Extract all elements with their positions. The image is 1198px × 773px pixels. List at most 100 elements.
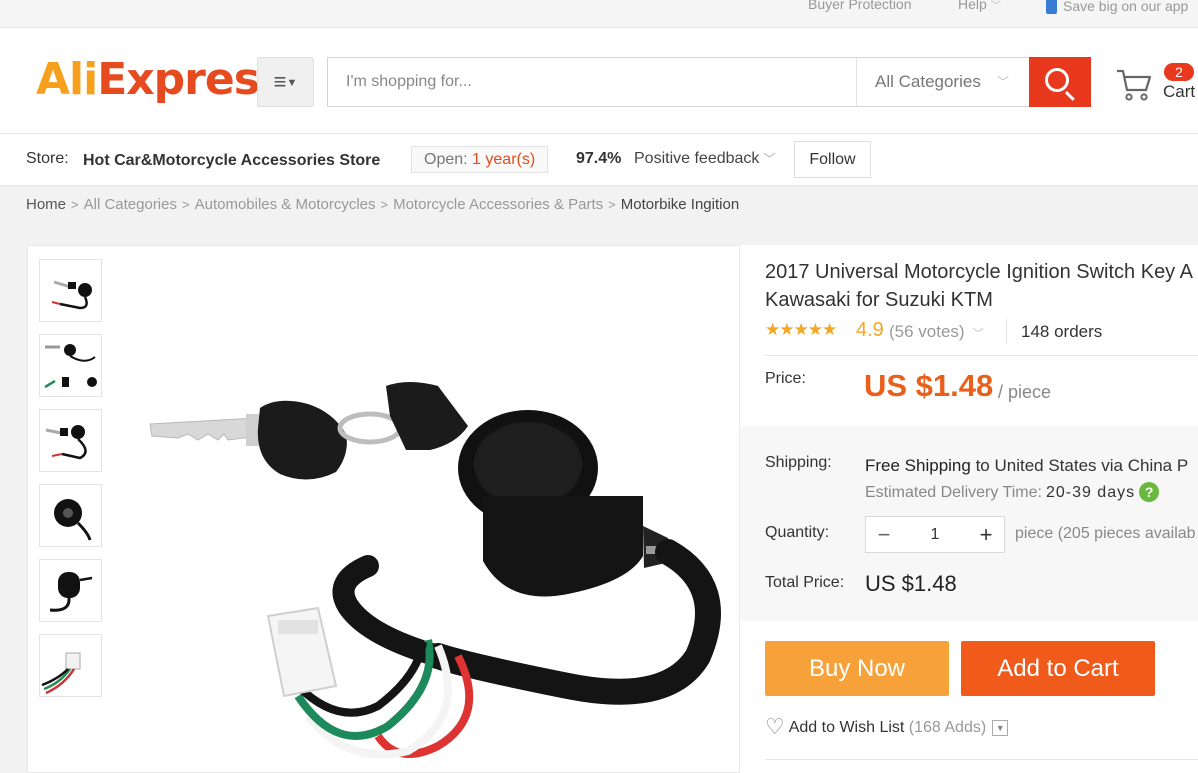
votes-dropdown[interactable]: (56 votes) ﹀ xyxy=(889,322,984,342)
total-price: US $1.48 xyxy=(865,571,957,596)
thumbnail-2[interactable] xyxy=(39,334,102,397)
feedback-percent: 97.4% xyxy=(576,150,622,167)
ignition-switch-thumb-image xyxy=(41,652,81,695)
shipping-method-selector[interactable]: Free Shipping to United States via China… xyxy=(865,456,1188,476)
cart-label: Cart xyxy=(1163,82,1196,101)
open-label: Open: xyxy=(424,151,468,168)
chevron-down-icon: ﹀ xyxy=(763,152,776,166)
product-info-panel: 2017 Universal Motorcycle Ignition Switc… xyxy=(739,245,1198,773)
breadcrumb-motorcycle-parts[interactable]: Motorcycle Accessories & Parts xyxy=(393,196,603,213)
help-icon[interactable]: ? xyxy=(1139,482,1160,502)
price-label: Price: xyxy=(765,370,806,387)
follow-button[interactable]: Follow xyxy=(794,141,871,178)
price-unit: / piece xyxy=(998,382,1052,402)
product-price: US $1.48 xyxy=(864,368,994,403)
help-label: Help xyxy=(958,0,987,12)
search-input[interactable] xyxy=(328,58,855,106)
feedback-label: Positive feedback xyxy=(634,150,760,167)
breadcrumb-separator: > xyxy=(182,197,190,212)
thumbnail-6[interactable] xyxy=(39,634,102,697)
buyer-protection-link[interactable]: Buyer Protection xyxy=(808,0,912,12)
app-promo-link[interactable]: Save big on our app xyxy=(1046,0,1188,14)
product-gallery xyxy=(27,245,739,773)
breadcrumb-separator: > xyxy=(608,197,616,212)
chevron-down-icon: ﹀ xyxy=(990,1,1001,12)
hamburger-icon: ≡ xyxy=(273,69,287,94)
divider xyxy=(1006,319,1007,343)
store-bar: Store: Hot Car&Motorcycle Accessories St… xyxy=(0,134,1198,186)
breadcrumb-separator: > xyxy=(380,197,389,212)
ignition-switch-thumb-image xyxy=(44,344,97,389)
cart-icon xyxy=(1117,69,1152,101)
thumbnail-1[interactable] xyxy=(39,259,102,322)
site-header: AliExpress™ ≡▼ All Categories﹀ 2 Cart xyxy=(0,28,1198,134)
delivery-days: 20-39 days xyxy=(1045,484,1136,501)
breadcrumb: Home > All Categories > Automobiles & Motorc… xyxy=(26,196,739,213)
divider xyxy=(765,759,1198,760)
top-bar: Buyer Protection Help ﹀ Save big on our a… xyxy=(0,0,1198,28)
ignition-switch-thumb-image xyxy=(51,280,92,310)
help-menu[interactable]: Help ﹀ xyxy=(958,0,1001,12)
breadcrumb-current: Motorbike Ingition xyxy=(620,196,740,213)
app-promo-label: Save big on our app xyxy=(1063,0,1189,14)
heart-icon: ♡ xyxy=(765,714,785,739)
shipping-label: Shipping: xyxy=(765,454,832,471)
decrease-quantity-button[interactable]: − xyxy=(866,517,902,552)
rating-row: ★★★★★ 4.9 (56 votes) ﹀ 148 orders xyxy=(765,319,1198,345)
ignition-switch-thumb-image xyxy=(54,499,92,541)
thumbnail-4[interactable] xyxy=(39,484,102,547)
votes-count: (56 votes) xyxy=(889,322,965,341)
store-name-link[interactable]: Hot Car&Motorcycle Accessories Store xyxy=(83,152,380,170)
shipping-quantity-box: Shipping: Free Shipping to United States… xyxy=(740,426,1198,621)
breadcrumb-separator: > xyxy=(71,197,79,212)
category-select-value: All Categories xyxy=(875,72,981,91)
product-main-image xyxy=(149,382,721,759)
ignition-switch-thumb-image xyxy=(45,425,87,460)
category-menu-button[interactable]: ≡▼ xyxy=(257,57,314,107)
category-select[interactable]: All Categories ﹀ xyxy=(856,58,1029,106)
product-title-line-1: 2017 Universal Motorcycle Ignition Switc… xyxy=(765,261,1193,283)
search-button[interactable] xyxy=(1029,57,1091,107)
divider xyxy=(765,355,1198,356)
add-to-wishlist-button[interactable]: ♡ Add to Wish List (168 Adds) ▼ xyxy=(765,714,1009,740)
breadcrumb-automobiles[interactable]: Automobiles & Motorcycles xyxy=(195,196,376,213)
rating-score: 4.9 xyxy=(856,319,884,341)
breadcrumb-all-categories[interactable]: All Categories xyxy=(84,196,177,213)
orders-count: 148 orders xyxy=(1021,322,1103,341)
chevron-down-icon: ﹀ xyxy=(996,75,1009,89)
cart-count-badge: 2 xyxy=(1164,63,1194,81)
thumbnail-3[interactable] xyxy=(39,409,102,472)
wishlist-label: Add to Wish List xyxy=(788,719,905,736)
positive-feedback-dropdown[interactable]: Positive feedback ﹀ xyxy=(634,150,775,168)
quantity-label: Quantity: xyxy=(765,524,830,541)
shipping-destination: to United States via China P xyxy=(975,456,1189,475)
delivery-estimate: Estimated Delivery Time: 20-39 days? xyxy=(865,482,1160,502)
quantity-stepper: − 1 + xyxy=(865,516,1005,553)
wishlist-count: (168 Adds) xyxy=(908,719,987,736)
store-open-badge: Open: 1 year(s) xyxy=(411,146,549,173)
increase-quantity-button[interactable]: + xyxy=(968,517,1004,552)
thumbnail-5[interactable] xyxy=(39,559,102,622)
quantity-input[interactable]: 1 xyxy=(902,517,968,552)
chevron-down-icon: ﹀ xyxy=(972,328,984,340)
availability-text: piece (205 pieces availab xyxy=(1015,525,1196,542)
logo-ali-text: Ali xyxy=(36,54,98,105)
caret-down-icon: ▼ xyxy=(286,77,298,89)
free-shipping-text: Free Shipping xyxy=(865,456,971,475)
add-to-cart-button[interactable]: Add to Cart xyxy=(961,641,1155,696)
breadcrumb-home[interactable]: Home xyxy=(26,196,66,213)
total-price-label: Total Price: xyxy=(765,574,845,591)
star-rating-icon: ★★★★★ xyxy=(765,320,837,339)
delivery-label: Estimated Delivery Time: xyxy=(865,484,1042,501)
phone-icon xyxy=(1046,0,1057,14)
store-label: Store: xyxy=(26,150,69,167)
product-title: 2017 Universal Motorcycle Ignition Switc… xyxy=(765,258,1198,314)
chevron-down-icon[interactable]: ▼ xyxy=(992,720,1009,736)
cart-button[interactable]: 2 Cart xyxy=(1112,62,1198,112)
search-bar: All Categories ﹀ xyxy=(327,57,1091,107)
search-icon xyxy=(1045,68,1069,92)
open-duration: 1 year(s) xyxy=(472,151,536,168)
buy-now-button[interactable]: Buy Now xyxy=(765,641,949,696)
product-title-line-2: Kawasaki for Suzuki KTM xyxy=(765,289,993,311)
ignition-switch-thumb-image xyxy=(49,572,93,612)
